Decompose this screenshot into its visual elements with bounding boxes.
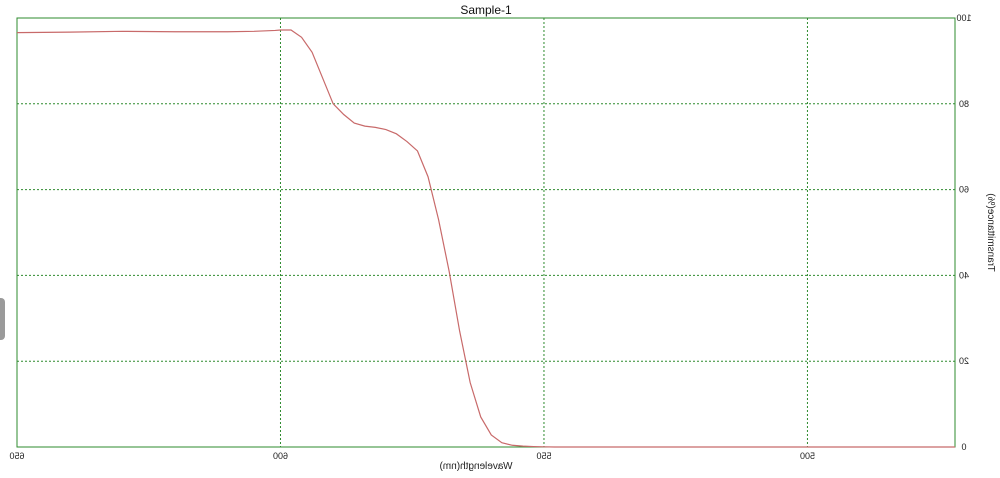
y-tick-label: 20 — [959, 356, 969, 366]
x-tick-label: 600 — [273, 451, 288, 461]
x-tick-label: 650 — [9, 451, 24, 461]
transmittance-series-line — [16, 29, 955, 448]
y-tick-label: 40 — [959, 270, 969, 280]
x-tick-label: 550 — [536, 451, 551, 461]
transmittance-chart: Sample-1 650 600 550 500 0 20 40 60 80 100 Wavel… — [9, 3, 996, 472]
y-tick-label: 0 — [961, 442, 966, 452]
y-tick-label: 60 — [959, 185, 969, 195]
plot-frame — [16, 17, 956, 448]
y-tick-labels: 0 20 40 60 80 100 — [956, 13, 971, 452]
x-axis-title: Wavelength(nm) — [440, 461, 513, 472]
y-tick-label: 100 — [956, 13, 971, 23]
x-tick-label: 500 — [800, 451, 815, 461]
grid — [17, 18, 955, 447]
y-tick-label: 80 — [959, 99, 969, 109]
x-tick-labels: 650 600 550 500 — [9, 451, 814, 461]
chart-title: Sample-1 — [460, 3, 512, 17]
y-axis-title: Transmittance(%) — [985, 193, 996, 272]
